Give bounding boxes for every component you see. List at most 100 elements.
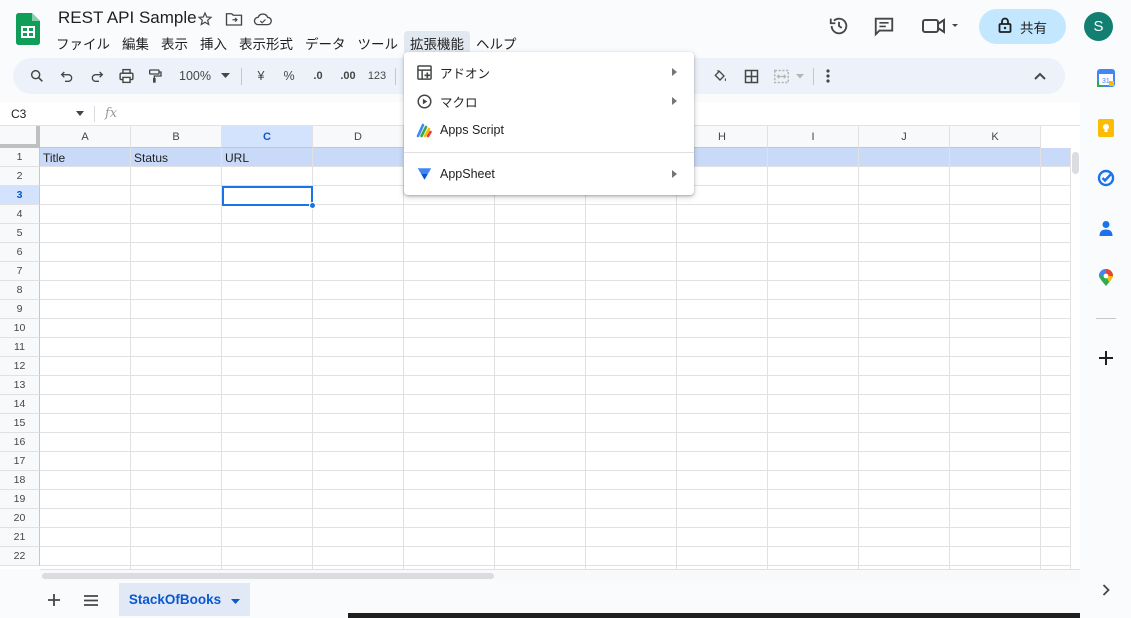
- document-title[interactable]: REST API Sample: [58, 8, 197, 28]
- menu-item-addons[interactable]: アドオン: [404, 60, 694, 84]
- menu-edit[interactable]: 編集: [116, 31, 155, 55]
- row-header[interactable]: 20: [0, 509, 40, 528]
- number-format-button[interactable]: 123: [365, 66, 389, 86]
- merge-dropdown-icon[interactable]: [795, 66, 805, 86]
- menu-insert[interactable]: 挿入: [194, 31, 233, 55]
- row-header[interactable]: 10: [0, 319, 40, 338]
- comments-icon[interactable]: [867, 9, 901, 43]
- horizontal-scroll-thumb[interactable]: [42, 573, 494, 579]
- undo-icon[interactable]: [57, 66, 77, 86]
- percent-button[interactable]: %: [279, 66, 299, 86]
- fill-color-icon[interactable]: [710, 66, 730, 86]
- row-header[interactable]: 15: [0, 414, 40, 433]
- menu-item-macros[interactable]: マクロ: [404, 89, 694, 113]
- share-label: 共有: [1020, 20, 1047, 36]
- cell-B1[interactable]: Status: [131, 148, 222, 167]
- menu-tools[interactable]: ツール: [352, 31, 405, 55]
- row-header[interactable]: 2: [0, 167, 40, 186]
- all-sheets-icon[interactable]: [81, 590, 101, 610]
- addon-icon: [416, 64, 432, 80]
- menu-format[interactable]: 表示形式: [233, 31, 299, 55]
- meet-video-icon[interactable]: [918, 9, 962, 43]
- more-options-icon[interactable]: [818, 66, 838, 86]
- increase-decimal-button[interactable]: .00: [335, 66, 361, 86]
- redo-icon[interactable]: [87, 66, 107, 86]
- zoom-dropdown-icon[interactable]: [219, 66, 231, 86]
- macro-play-icon: [416, 93, 432, 109]
- menu-item-appsheet[interactable]: AppSheet: [404, 162, 694, 186]
- collapse-toolbar-icon[interactable]: [1030, 66, 1050, 86]
- contacts-icon[interactable]: [1096, 218, 1116, 238]
- calendar-icon[interactable]: 31: [1096, 68, 1116, 88]
- fx-icon: fx: [105, 106, 118, 121]
- add-icon[interactable]: [1096, 348, 1116, 368]
- toolbar-divider: [813, 68, 814, 85]
- version-history-icon[interactable]: [822, 9, 856, 43]
- row-header[interactable]: 3: [0, 186, 40, 205]
- column-header[interactable]: A: [40, 126, 131, 148]
- keep-icon[interactable]: [1096, 118, 1116, 138]
- name-box-dropdown-icon[interactable]: [76, 111, 84, 116]
- sheet-tab-active[interactable]: StackOfBooks: [119, 583, 250, 616]
- row-header[interactable]: 4: [0, 205, 40, 224]
- row-header[interactable]: 11: [0, 338, 40, 357]
- name-box[interactable]: C3: [11, 107, 26, 121]
- decrease-decimal-button[interactable]: .0: [307, 66, 329, 86]
- side-panel: 31: [1080, 56, 1131, 618]
- row-header[interactable]: 17: [0, 452, 40, 471]
- fill-handle[interactable]: [309, 202, 316, 209]
- star-icon[interactable]: [194, 9, 215, 29]
- sheets-logo-icon[interactable]: [16, 13, 40, 45]
- row-header[interactable]: 5: [0, 224, 40, 243]
- formula-input[interactable]: [130, 106, 400, 122]
- menu-item-apps-script[interactable]: Apps Script: [404, 118, 694, 142]
- tasks-icon[interactable]: [1096, 168, 1116, 188]
- select-all-corner[interactable]: [0, 126, 40, 148]
- row-header[interactable]: 18: [0, 471, 40, 490]
- zoom-select[interactable]: 100%: [175, 66, 215, 86]
- paint-format-icon[interactable]: [145, 66, 165, 86]
- column-header[interactable]: I: [768, 126, 859, 148]
- cell-A1[interactable]: Title: [40, 148, 131, 167]
- avatar[interactable]: S: [1084, 12, 1113, 41]
- column-header[interactable]: C: [222, 126, 313, 148]
- add-sheet-icon[interactable]: [44, 590, 64, 610]
- horizontal-scrollbar[interactable]: [40, 569, 1080, 581]
- sheet-tab-dropdown-icon[interactable]: [231, 592, 241, 607]
- column-header[interactable]: K: [950, 126, 1041, 148]
- row-header[interactable]: 12: [0, 357, 40, 376]
- cloud-saved-icon[interactable]: [252, 9, 273, 29]
- search-menus-icon[interactable]: [27, 66, 47, 86]
- menu-file[interactable]: ファイル: [50, 31, 116, 55]
- row-header[interactable]: 13: [0, 376, 40, 395]
- row-header[interactable]: 22: [0, 547, 40, 566]
- row-header[interactable]: 7: [0, 262, 40, 281]
- row-header[interactable]: 9: [0, 300, 40, 319]
- row-header[interactable]: 1: [0, 148, 40, 167]
- expand-panel-icon[interactable]: [1096, 580, 1116, 600]
- row-header[interactable]: 6: [0, 243, 40, 262]
- maps-icon[interactable]: [1096, 268, 1116, 288]
- merge-cells-icon[interactable]: [771, 66, 791, 86]
- share-button[interactable]: 共有: [979, 9, 1066, 44]
- column-header[interactable]: B: [131, 126, 222, 148]
- vertical-scroll-thumb[interactable]: [1072, 152, 1079, 174]
- selected-cell-C3[interactable]: [222, 186, 313, 206]
- row-header[interactable]: 8: [0, 281, 40, 300]
- move-folder-icon[interactable]: [223, 9, 244, 29]
- cell-area[interactable]: Title Status URL: [40, 148, 1070, 569]
- vertical-scrollbar[interactable]: [1070, 148, 1080, 569]
- menu-view[interactable]: 表示: [155, 31, 194, 55]
- grid-column-line: [767, 148, 768, 569]
- cell-C1[interactable]: URL: [222, 148, 313, 167]
- borders-icon[interactable]: [741, 66, 761, 86]
- column-header[interactable]: J: [859, 126, 950, 148]
- row-header[interactable]: 14: [0, 395, 40, 414]
- row-header[interactable]: 21: [0, 528, 40, 547]
- currency-button[interactable]: ¥: [251, 66, 271, 86]
- row-header[interactable]: 16: [0, 433, 40, 452]
- print-icon[interactable]: [116, 66, 136, 86]
- column-header[interactable]: D: [313, 126, 404, 148]
- row-header[interactable]: 19: [0, 490, 40, 509]
- menu-data[interactable]: データ: [299, 31, 352, 55]
